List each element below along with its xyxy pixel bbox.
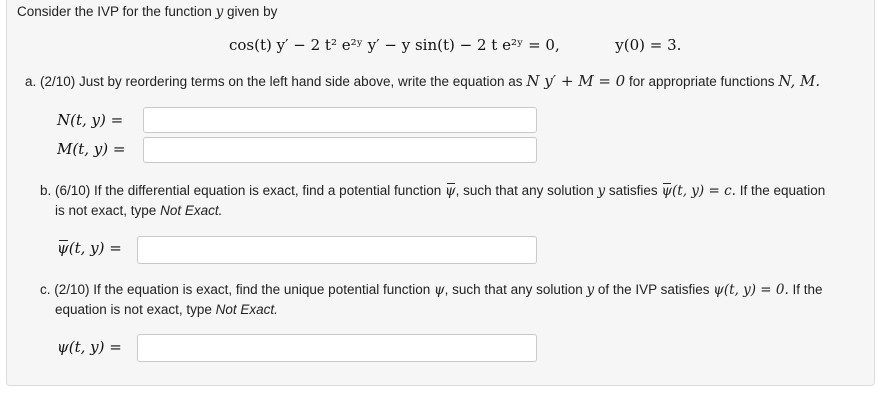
part-b-suffix: If the equation: [739, 183, 826, 198]
part-a-prefix: a. (2/10) Just by reordering terms on th…: [25, 74, 523, 89]
part-a-form: N y′ + M = 0: [526, 72, 626, 90]
psi-label: ψ(t, y) =: [57, 338, 122, 356]
psi-symbol: ψ: [713, 282, 724, 298]
part-b-prompt-line1: b. (6/10) If the differential equation i…: [40, 182, 825, 200]
part-c-mid: , such that any solution: [444, 282, 583, 297]
part-c-suffix: If the: [792, 282, 823, 297]
part-b-mid: , such that any solution: [455, 183, 594, 198]
part-c-line2: equation is not exact, type: [55, 302, 212, 317]
part-c-prompt-line2: equation is not exact, type Not Exact.: [55, 301, 278, 319]
part-b-eq: (t, y) = c.: [672, 183, 736, 199]
part-b-var: y: [597, 183, 606, 199]
intro-var: y: [215, 4, 224, 20]
part-b-prompt-line2: is not exact, type Not Exact.: [55, 202, 222, 220]
psi-bar-label-symbol: ψ: [57, 239, 69, 257]
n-label: N(t, y) =: [57, 111, 123, 129]
psi-bar-symbol: ψ: [661, 183, 673, 199]
psi-input[interactable]: [137, 334, 537, 362]
part-a-suffix: for appropriate functions: [628, 74, 775, 89]
m-input[interactable]: [143, 137, 537, 163]
psi-bar-input[interactable]: [137, 236, 537, 264]
part-c-prompt-line1: c. (2/10) If the equation is exact, find…: [40, 281, 823, 299]
intro-tail: given by: [227, 4, 278, 19]
part-c-not-exact: Not Exact.: [215, 302, 278, 317]
psi-bar-label: ψ(t, y) =: [57, 239, 122, 257]
part-b-line2: is not exact, type: [55, 203, 157, 218]
part-c-satisfies: of the IVP satisfies: [597, 282, 710, 297]
part-c-eq: (t, y) = 0.: [723, 282, 789, 298]
part-a-prompt: a. (2/10) Just by reordering terms on th…: [25, 72, 820, 91]
part-c-var: y: [586, 282, 595, 298]
psi-label-text: (t, y) =: [68, 338, 122, 356]
part-c-prefix: c. (2/10) If the equation is exact, find…: [40, 282, 431, 297]
ode-initial-condition: y(0) = 3.: [615, 36, 682, 54]
psi-bar-symbol: ψ: [445, 183, 456, 199]
part-b-not-exact: Not Exact.: [160, 203, 223, 218]
psi-symbol: ψ: [434, 282, 445, 298]
intro-text: Consider the IVP for the function y give…: [17, 3, 277, 21]
m-label-text: M(t, y) =: [57, 140, 126, 158]
intro-label: Consider the IVP for the function: [17, 4, 212, 19]
psi-label-symbol: ψ: [57, 338, 69, 356]
psi-bar-label-text: (t, y) =: [68, 239, 122, 257]
n-label-text: N(t, y) =: [57, 111, 124, 129]
ode-equation: cos(t) y′ − 2 t² e²ʸ y′ − y sin(t) − 2 t…: [229, 34, 681, 56]
part-b-satisfies: satisfies: [608, 183, 658, 198]
n-input[interactable]: [143, 107, 537, 133]
ode-lhs: cos(t) y′ − 2 t² e²ʸ y′ − y sin(t) − 2 t…: [229, 36, 560, 54]
m-label: M(t, y) =: [57, 140, 125, 158]
part-b-prefix: b. (6/10) If the differential equation i…: [40, 183, 442, 198]
part-a-funcs: N, M.: [778, 72, 821, 90]
